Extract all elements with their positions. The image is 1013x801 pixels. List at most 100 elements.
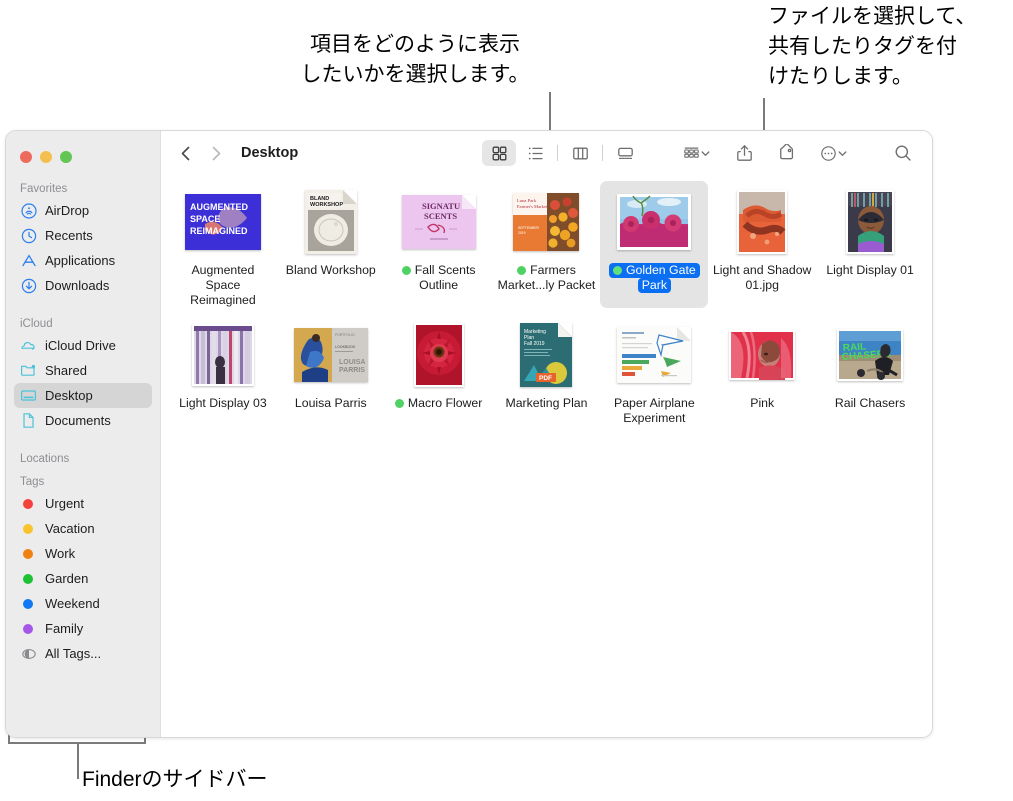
sidebar-item-icloud-drive[interactable]: iCloud Drive xyxy=(14,333,152,358)
list-view-button[interactable] xyxy=(518,140,552,166)
tag-dot-icon xyxy=(23,598,33,609)
file-item[interactable]: Paper Airplane Experiment xyxy=(600,314,708,426)
finder-toolbar: Desktop xyxy=(161,131,932,175)
window-controls xyxy=(6,141,160,163)
file-item[interactable]: BLAND WORKSHOP Bland Workshop xyxy=(277,181,385,308)
sidebar-item-label: iCloud Drive xyxy=(45,338,116,353)
sidebar-item-label: Desktop xyxy=(45,388,93,403)
file-label: Louisa Parris xyxy=(293,396,369,411)
file-label-line: Bland Workshop xyxy=(285,263,376,277)
callout-sidebar-leader xyxy=(77,742,79,779)
sidebar-item-applications[interactable]: Applications xyxy=(14,248,152,273)
callout-view-options-text: 項目をどのように表示 したいかを選択します。 xyxy=(300,33,530,86)
close-button[interactable] xyxy=(20,151,32,163)
sidebar-item-tag-vacation[interactable]: Vacation xyxy=(14,516,152,541)
svg-text:SPACE: SPACE xyxy=(190,214,220,224)
svg-text:PORTFOLIO: PORTFOLIO xyxy=(335,333,355,337)
forward-button[interactable] xyxy=(201,139,231,167)
sidebar-item-label: Downloads xyxy=(45,278,110,293)
sidebar-item-recents[interactable]: Recents xyxy=(14,223,152,248)
sidebar-item-shared[interactable]: Shared xyxy=(14,358,152,383)
shared-folder-icon xyxy=(20,362,37,379)
file-label-line: Macro Flower xyxy=(394,396,482,411)
icon-view-button[interactable] xyxy=(482,140,516,166)
file-thumbnail xyxy=(829,189,911,255)
svg-text:SIGNATU: SIGNATU xyxy=(422,201,460,211)
more-actions-chevron-down-icon[interactable] xyxy=(837,148,848,159)
file-label-line: Farmers xyxy=(498,263,596,278)
file-item[interactable]: Marketing Plan Fall 2019 PDF Marketing P… xyxy=(493,314,601,426)
file-label-line: Louisa Parris xyxy=(294,396,367,410)
sidebar-item-label: Work xyxy=(45,546,76,561)
sidebar-item-label: Urgent xyxy=(45,496,85,511)
file-label-line: Space Reimagined xyxy=(190,278,256,307)
svg-text:SEPTEMBER: SEPTEMBER xyxy=(518,226,539,230)
file-label-line: Fall Scents xyxy=(401,263,476,278)
tag-dot-icon xyxy=(23,573,33,584)
group-by-chevron-down-icon[interactable] xyxy=(700,148,711,159)
file-label-line: Golden Gate xyxy=(608,263,700,278)
desktop-icon xyxy=(20,387,37,404)
svg-text:REIMAGINED: REIMAGINED xyxy=(190,226,248,236)
callout-share-tag-text: ファイルを選択して、 共有したりタグを付 けたりします。 xyxy=(768,5,977,88)
minimize-button[interactable] xyxy=(40,151,52,163)
sidebar-item-tag-garden[interactable]: Garden xyxy=(14,566,152,591)
sidebar-item-tag-family[interactable]: Family xyxy=(14,616,152,641)
sidebar-item-tag-work[interactable]: Work xyxy=(14,541,152,566)
sidebar-item-tag-weekend[interactable]: Weekend xyxy=(14,591,152,616)
file-label: Light Display 03 xyxy=(177,396,269,411)
file-item[interactable]: RAIL CHASERS Rail Chasers xyxy=(816,314,924,426)
file-label: Bland Workshop xyxy=(284,263,378,278)
file-label-line: Light and Shadow xyxy=(712,263,812,277)
share-button[interactable] xyxy=(729,140,759,166)
tag-dot-icon xyxy=(401,266,411,275)
sidebar-item-desktop[interactable]: Desktop xyxy=(14,383,152,408)
file-label: Farmers Market...ly Packet xyxy=(496,263,598,293)
sidebar-item-all-tags[interactable]: All Tags... xyxy=(14,641,152,666)
file-label-line: Experiment xyxy=(623,411,686,425)
file-thumbnail xyxy=(613,322,695,388)
svg-text:WORKSHOP: WORKSHOP xyxy=(310,202,343,208)
file-item-selected[interactable]: Golden Gate Park xyxy=(600,181,709,308)
file-item[interactable]: Light and Shadow 01.jpg xyxy=(708,181,816,308)
zoom-button[interactable] xyxy=(60,151,72,163)
file-label-line: Augmented xyxy=(191,263,255,277)
finder-window: Favorites AirDrop Recents Applications D… xyxy=(5,130,933,738)
sidebar-section-locations-title: Locations xyxy=(20,453,70,465)
svg-text:LOUISA: LOUISA xyxy=(339,359,365,366)
file-thumbnail: Luna Park Farmer's Market SEPTEMBER 2019 xyxy=(505,189,587,255)
gallery-view-button[interactable] xyxy=(608,140,642,166)
file-item[interactable]: Luna Park Farmer's Market SEPTEMBER 2019 xyxy=(493,181,601,308)
tag-dot-icon xyxy=(612,266,622,275)
file-item[interactable]: SIGNATU SCENTS Fall Scents Outline xyxy=(385,181,493,308)
column-view-button[interactable] xyxy=(563,140,597,166)
file-item[interactable]: PORTFOLIO LOOKBOOK LOUISA PARRIS Louisa … xyxy=(277,314,385,426)
tag-button[interactable] xyxy=(771,140,801,166)
sidebar-item-downloads[interactable]: Downloads xyxy=(14,273,152,298)
sidebar-item-airdrop[interactable]: AirDrop xyxy=(14,198,152,223)
file-label-line: Paper Airplane xyxy=(614,396,695,410)
file-item[interactable]: AUGMENTED SPACE REIMAGINED Augmented Spa… xyxy=(169,181,277,308)
applications-icon xyxy=(20,252,37,269)
file-label-line: 01.jpg xyxy=(745,278,779,292)
sidebar-section-tags-title: Tags xyxy=(20,476,45,488)
file-label-line: Pink xyxy=(750,396,775,410)
file-label-line: Rail Chasers xyxy=(834,396,906,410)
tag-dot-icon xyxy=(394,399,404,408)
back-button[interactable] xyxy=(171,139,201,167)
callout-sidebar-text: Finderのサイドバー xyxy=(82,768,268,791)
sidebar-item-tag-urgent[interactable]: Urgent xyxy=(14,491,152,516)
file-thumbnail xyxy=(721,189,803,255)
search-button[interactable] xyxy=(888,140,918,166)
file-thumbnail: PORTFOLIO LOOKBOOK LOUISA PARRIS xyxy=(290,322,372,388)
file-item[interactable]: Light Display 01 xyxy=(816,181,924,308)
sidebar-item-documents[interactable]: Documents xyxy=(14,408,152,433)
page-title: Desktop xyxy=(241,145,299,161)
svg-text:SCENTS: SCENTS xyxy=(424,211,457,221)
file-item[interactable]: Pink xyxy=(708,314,816,426)
svg-text:Fall 2019: Fall 2019 xyxy=(524,341,545,347)
file-item[interactable]: Macro Flower xyxy=(385,314,493,426)
airdrop-icon xyxy=(20,202,37,219)
file-label-line: Park xyxy=(637,278,671,293)
file-item[interactable]: Light Display 03 xyxy=(169,314,277,426)
